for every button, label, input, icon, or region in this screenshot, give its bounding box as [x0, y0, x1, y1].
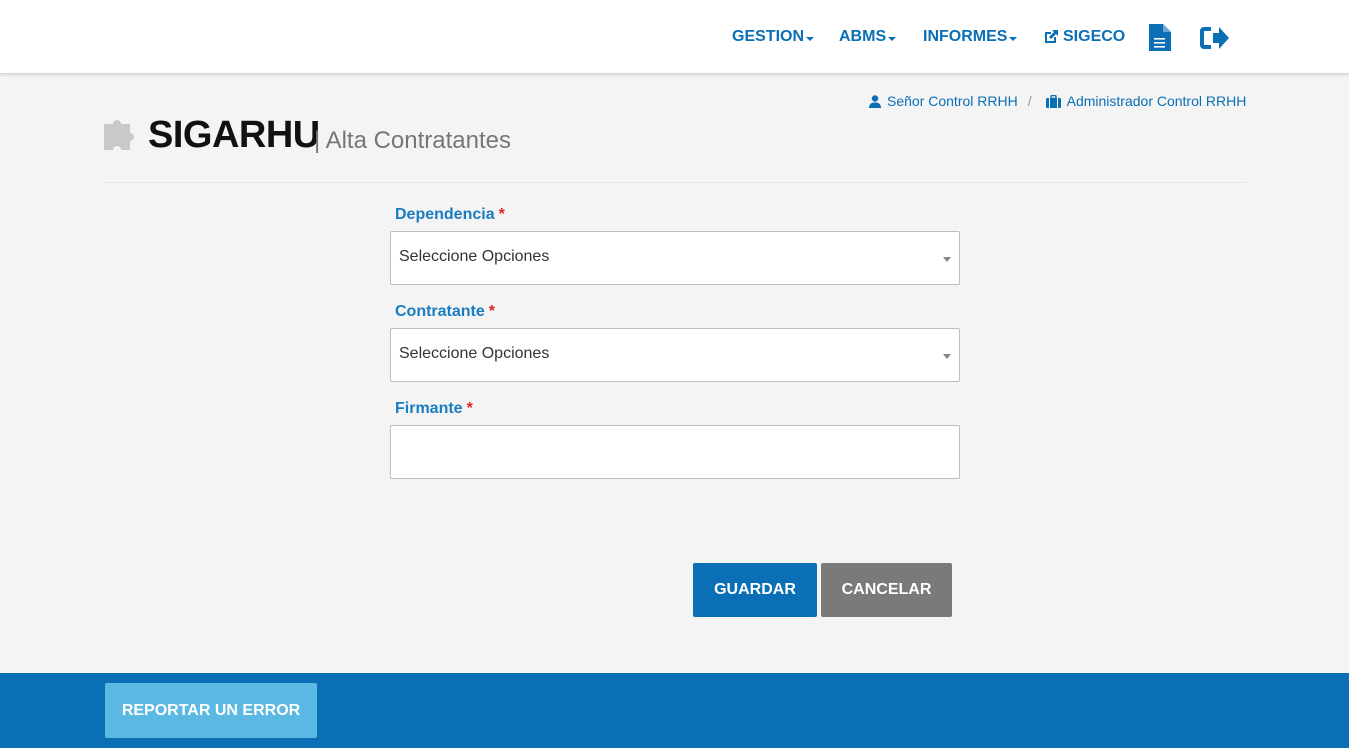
breadcrumb-separator: / [1027, 93, 1032, 109]
app-title: SIGARHU [148, 114, 320, 156]
caret-down-icon [888, 36, 897, 41]
dropdown-arrow-icon [943, 257, 951, 262]
nav-abms[interactable]: ABMS [839, 0, 897, 74]
external-link-icon [1045, 30, 1058, 43]
nav-informes-label: INFORMES [923, 28, 1008, 45]
breadcrumb-user[interactable]: Señor Control RRHH [869, 93, 1018, 109]
firmante-label-text: Firmante [395, 400, 463, 417]
save-button[interactable]: GUARDAR [693, 563, 817, 617]
caret-down-icon [1009, 36, 1018, 41]
nav-informes[interactable]: INFORMES [923, 0, 1018, 74]
breadcrumb: Señor Control RRHH / Administrador Contr… [869, 93, 1246, 109]
nav-sigeco-link[interactable]: SIGECO [1043, 0, 1125, 74]
contratante-select[interactable]: Seleccione Opciones [390, 328, 960, 382]
dependencia-select-value: Seleccione Opciones [399, 248, 550, 265]
breadcrumb-user-label: Señor Control RRHH [887, 93, 1018, 109]
contratante-label: Contratante * [395, 303, 495, 321]
user-icon [869, 94, 881, 108]
cancel-button[interactable]: CANCELAR [821, 563, 952, 617]
sign-out-icon[interactable] [1199, 25, 1229, 56]
contratante-select-value: Seleccione Opciones [399, 345, 550, 362]
nav-gestion-label: GESTION [732, 28, 805, 45]
required-marker: * [466, 400, 473, 417]
briefcase-icon [1045, 94, 1061, 108]
breadcrumb-role[interactable]: Administrador Control RRHH [1045, 93, 1247, 109]
caret-down-icon [806, 36, 815, 41]
nav-abms-label: ABMS [839, 28, 887, 45]
nav-gestion[interactable]: GESTION [732, 0, 815, 74]
breadcrumb-role-label: Administrador Control RRHH [1066, 93, 1247, 109]
top-navbar: GESTION ABMS INFORMES SIGECO [0, 0, 1349, 74]
dependencia-select[interactable]: Seleccione Opciones [390, 231, 960, 285]
contratante-label-text: Contratante [395, 303, 485, 320]
puzzle-icon [104, 116, 140, 155]
firmante-input[interactable] [390, 425, 960, 479]
nav-sigeco-label: SIGECO [1063, 28, 1126, 45]
document-icon[interactable] [1149, 24, 1171, 56]
page-subtitle: | Alta Contratantes [314, 127, 512, 154]
header-divider [104, 182, 1246, 183]
required-marker: * [498, 206, 505, 223]
dependencia-label: Dependencia * [395, 206, 505, 224]
firmante-label: Firmante * [395, 400, 473, 418]
report-error-button[interactable]: REPORTAR UN ERROR [105, 683, 317, 738]
dependencia-label-text: Dependencia [395, 206, 495, 223]
required-marker: * [488, 303, 496, 320]
dropdown-arrow-icon [943, 354, 951, 359]
